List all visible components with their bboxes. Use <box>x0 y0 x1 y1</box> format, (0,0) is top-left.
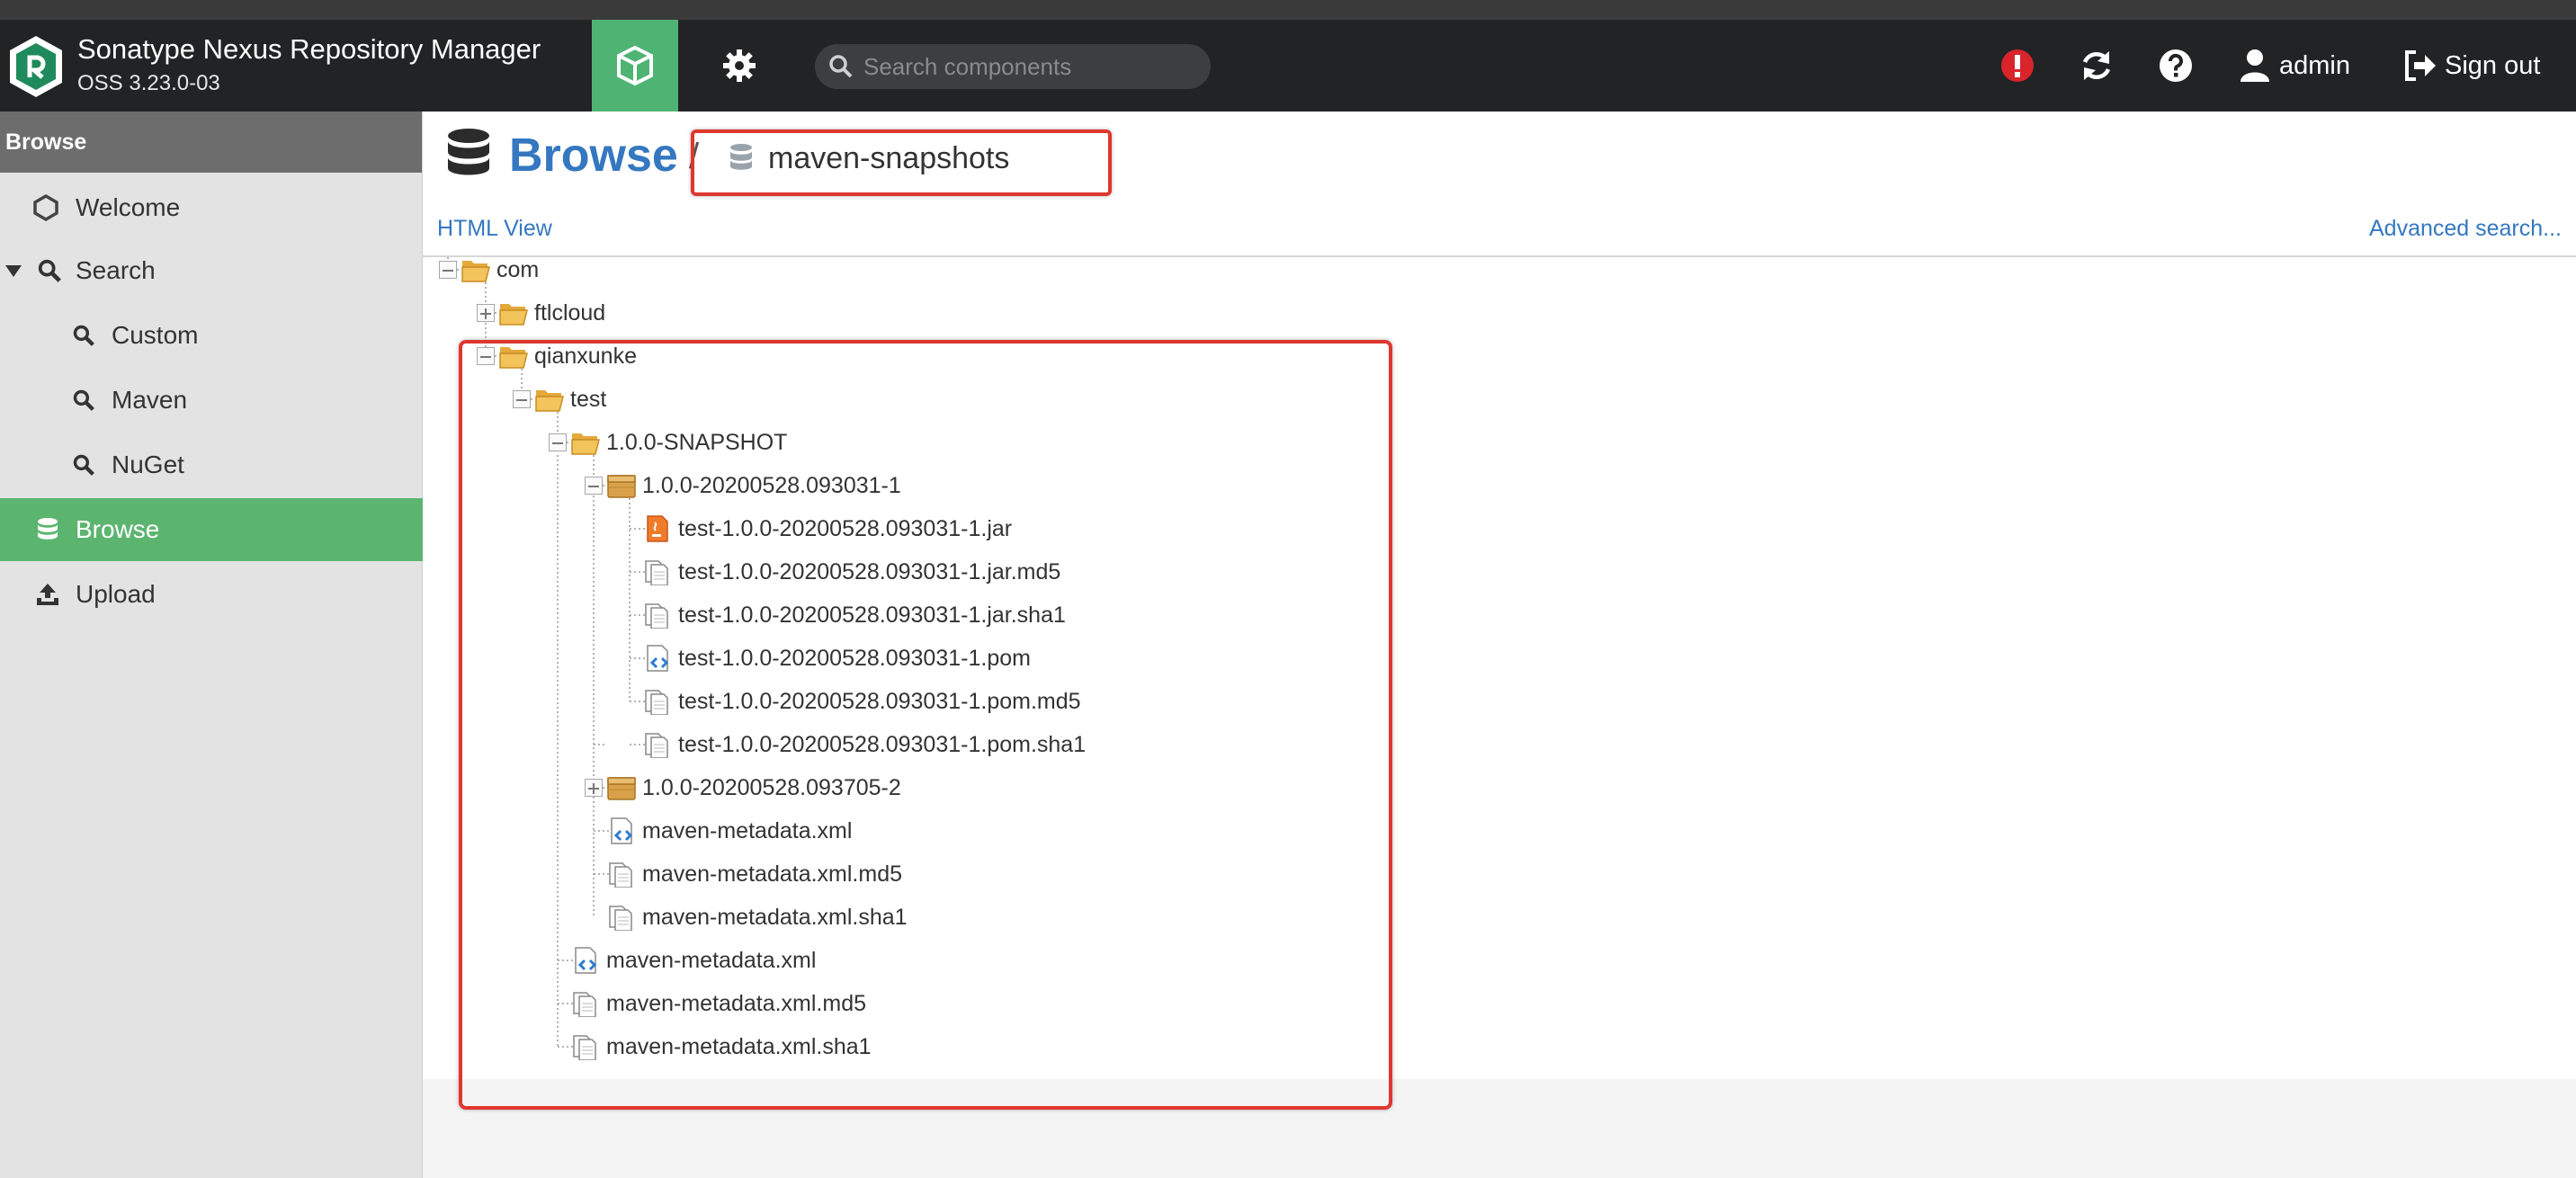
system-status-button[interactable] <box>1997 43 2038 88</box>
sidebar-item-label: Search <box>76 256 156 284</box>
browser-bookmarks-strip <box>0 0 2576 20</box>
expand-toggle[interactable] <box>477 304 495 322</box>
signout-icon-wrap[interactable] <box>2400 43 2441 88</box>
advanced-search-link[interactable]: Advanced search... <box>2369 216 2562 242</box>
sidebar-item-label: Welcome <box>76 193 181 221</box>
user-icon <box>2241 49 2269 82</box>
cube-icon <box>617 45 653 86</box>
upload-icon <box>34 581 61 608</box>
search-input[interactable] <box>863 52 1205 81</box>
folder-open-icon <box>498 299 529 326</box>
refresh-button[interactable] <box>2076 43 2117 88</box>
username-label[interactable]: admin <box>2279 49 2350 83</box>
collapse-toggle[interactable] <box>439 261 457 279</box>
tree-node-label: ftlcloud <box>534 299 606 326</box>
refresh-icon <box>2082 51 2111 80</box>
sidebar-item-label: Custom <box>112 321 199 349</box>
tree-node[interactable]: ftlcloud <box>498 295 605 331</box>
user-button[interactable] <box>2234 43 2276 88</box>
hexagon-icon <box>32 194 59 221</box>
sidebar-item-nuget[interactable]: NuGet <box>0 433 423 496</box>
sidebar-title: Browse <box>0 112 422 173</box>
sidebar: Browse Welcome Search Custom Maven NuGet <box>0 112 423 1178</box>
search-components-field[interactable] <box>815 44 1211 89</box>
sidebar-item-label: Browse <box>76 515 160 543</box>
sidebar-item-welcome[interactable]: Welcome <box>0 176 423 239</box>
sidebar-item-label: NuGet <box>112 451 184 478</box>
sidebar-item-maven[interactable]: Maven <box>0 369 423 432</box>
database-icon <box>34 516 61 543</box>
tree-node[interactable]: com <box>461 252 539 288</box>
search-icon <box>70 451 97 478</box>
highlight-repository-box <box>691 129 1112 196</box>
search-icon <box>70 387 97 414</box>
sign-out-icon <box>2405 50 2436 81</box>
help-button[interactable] <box>2155 43 2196 88</box>
sidebar-item-custom[interactable]: Custom <box>0 304 423 367</box>
gear-icon <box>723 49 756 82</box>
sidebar-item-upload[interactable]: Upload <box>0 563 423 626</box>
database-icon <box>448 129 489 175</box>
top-header: Sonatype Nexus Repository Manager OSS 3.… <box>0 20 2576 112</box>
browse-toolbar: HTML View Advanced search... <box>423 201 2576 257</box>
alert-circle-icon <box>2001 49 2034 82</box>
caret-down-icon <box>0 257 27 284</box>
search-icon <box>829 55 853 78</box>
nexus-logo-icon <box>10 36 62 97</box>
page-title[interactable]: Browse <box>509 128 678 183</box>
sidebar-item-browse[interactable]: Browse <box>0 498 423 561</box>
search-icon <box>36 257 63 284</box>
html-view-link[interactable]: HTML View <box>437 216 552 242</box>
help-icon <box>2160 49 2192 82</box>
browse-mode-button[interactable] <box>592 20 678 112</box>
sidebar-item-label: Maven <box>112 386 188 414</box>
administration-mode-button[interactable] <box>696 20 783 112</box>
highlight-tree-box <box>459 340 1392 1110</box>
search-icon <box>70 322 97 349</box>
folder-open-icon <box>461 256 491 283</box>
sidebar-item-search[interactable]: Search <box>0 239 423 302</box>
sidebar-item-label: Upload <box>76 580 156 608</box>
sign-out-button[interactable]: Sign out <box>2445 49 2540 83</box>
app-version: OSS 3.23.0-03 <box>77 71 220 95</box>
tree-node-label: com <box>496 256 540 282</box>
app-name: Sonatype Nexus Repository Manager <box>77 33 541 65</box>
